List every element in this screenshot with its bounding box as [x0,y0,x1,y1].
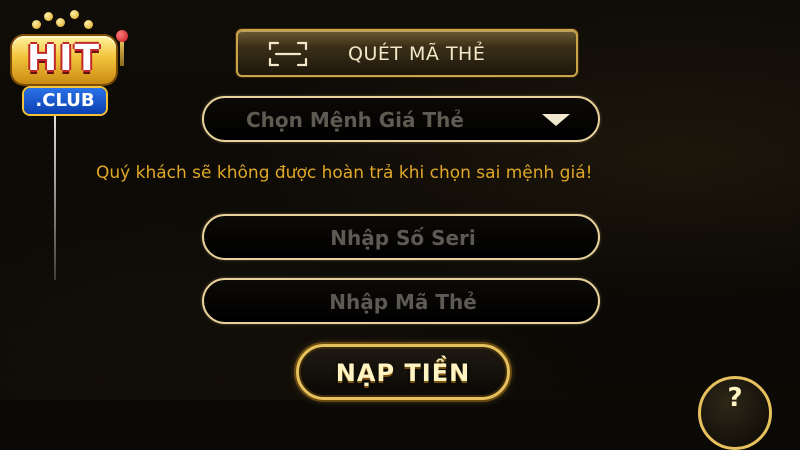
warning-message: Quý khách sẽ không được hoàn trả khi chọ… [96,163,593,183]
scan-button-label: QUÉT MÃ THẺ [348,43,486,65]
coins-decoration [30,8,100,32]
hit-club-logo: HIT .CLUB [0,0,140,400]
help-button[interactable]: ? [698,376,772,450]
denomination-label: Chọn Mệnh Giá Thẻ [246,108,464,132]
logo-pole [54,110,56,280]
scan-card-button[interactable]: QUÉT MÃ THẺ [236,29,578,77]
slot-lever [120,40,124,66]
scan-icon [268,41,308,67]
code-field-wrapper [202,278,602,324]
card-code-input[interactable] [204,280,602,324]
recharge-button-label: NẠP TIỀN [335,359,471,387]
logo-brand-text: HIT [26,38,102,79]
logo-club-badge: .CLUB [24,88,106,114]
chevron-down-icon [542,114,570,126]
lever-knob [116,30,128,42]
help-icon: ? [727,383,743,413]
serial-field-wrapper [202,214,602,260]
serial-input[interactable] [204,216,602,260]
recharge-button[interactable]: NẠP TIỀN [296,344,510,400]
denomination-dropdown[interactable]: Chọn Mệnh Giá Thẻ [202,96,600,142]
